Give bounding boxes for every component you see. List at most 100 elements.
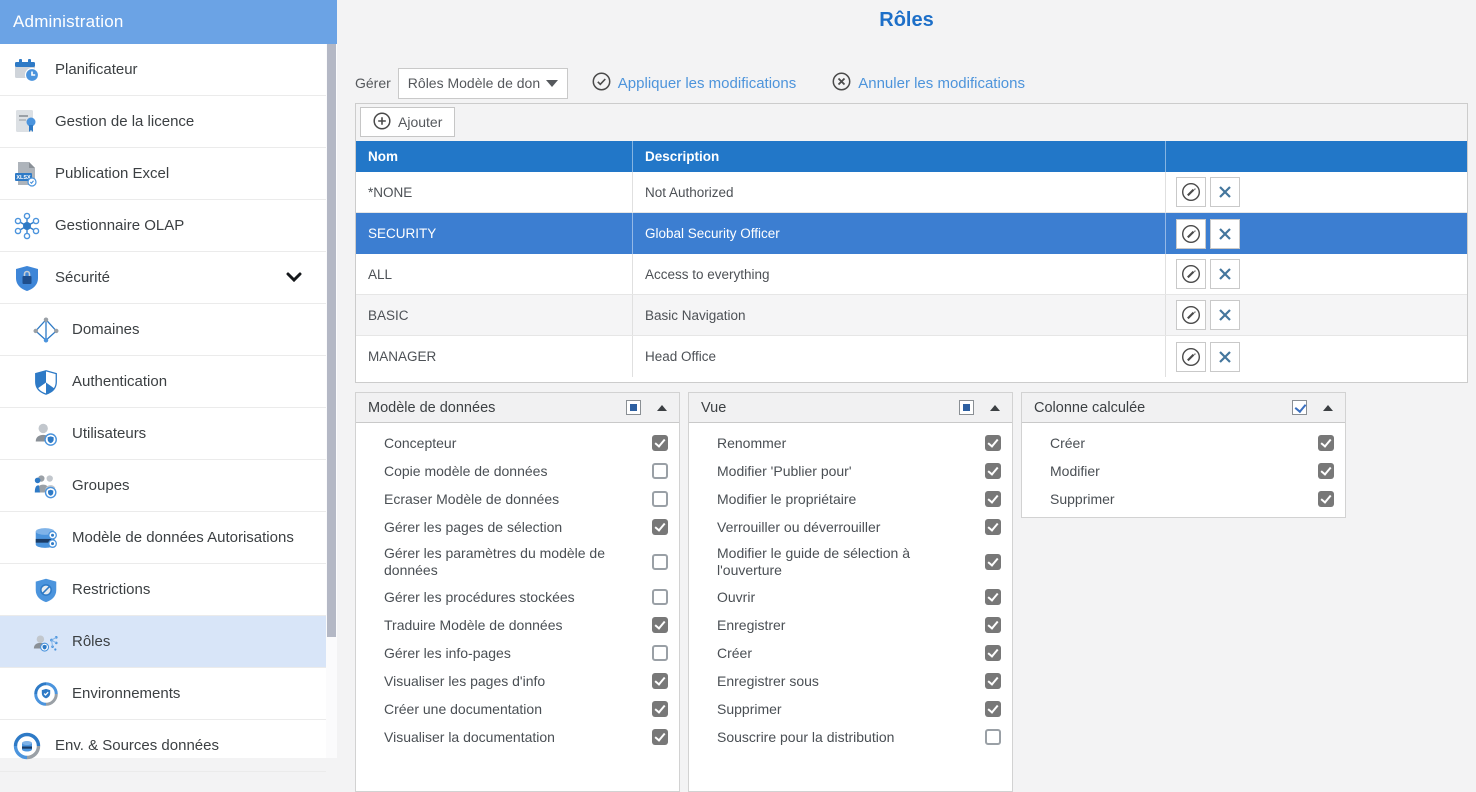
- permission-item: Ouvrir: [689, 583, 1012, 611]
- permission-checkbox[interactable]: [1318, 435, 1334, 451]
- sidebar-item-restrictions[interactable]: Restrictions: [0, 564, 326, 616]
- delete-role-button[interactable]: [1210, 341, 1240, 372]
- permission-checkbox[interactable]: [985, 463, 1001, 479]
- datamodel-permissions-icon: [31, 523, 61, 553]
- sidebar-item-utilisateurs[interactable]: Utilisateurs: [0, 408, 326, 460]
- edit-role-button[interactable]: [1176, 259, 1206, 289]
- permission-checkbox[interactable]: [985, 645, 1001, 661]
- panel-header[interactable]: Colonne calculée: [1022, 393, 1345, 423]
- sidebar-item-licence[interactable]: Gestion de la licence: [0, 96, 326, 148]
- sidebar-item-label: Restrictions: [72, 581, 151, 598]
- sidebar-item-label: Groupes: [72, 477, 130, 494]
- permission-item: Visualiser la documentation: [356, 723, 679, 751]
- permission-checkbox[interactable]: [985, 491, 1001, 507]
- table-row[interactable]: *NONE Not Authorized: [356, 172, 1467, 213]
- select-all-checkbox[interactable]: [959, 400, 974, 415]
- edit-role-button[interactable]: [1176, 177, 1206, 207]
- role-description-cell: Head Office: [632, 336, 1165, 377]
- sidebar: Administration Planificateur Gestion de …: [0, 0, 337, 772]
- table-row-selected[interactable]: SECURITY Global Security Officer: [356, 213, 1467, 254]
- permission-checkbox[interactable]: [652, 645, 668, 661]
- permission-checkbox[interactable]: [985, 435, 1001, 451]
- permission-checkbox[interactable]: [985, 673, 1001, 689]
- manage-dropdown[interactable]: Rôles Modèle de don...: [397, 67, 568, 99]
- edit-role-button[interactable]: [1176, 218, 1206, 249]
- sort-ascending-icon[interactable]: [657, 404, 667, 411]
- select-all-checkbox[interactable]: [1292, 400, 1307, 415]
- sidebar-scrollbar[interactable]: [326, 44, 337, 758]
- permission-checkbox[interactable]: [985, 589, 1001, 605]
- permission-checkbox[interactable]: [652, 463, 668, 479]
- permission-item: Modifier: [1022, 457, 1345, 485]
- cancel-changes-button[interactable]: Annuler les modifications: [832, 72, 1025, 95]
- panel-modele-de-donnees: Modèle de données Concepteur Copie modèl…: [355, 392, 680, 792]
- permission-item: Concepteur: [356, 429, 679, 457]
- permission-item: Modifier le guide de sélection à l'ouver…: [689, 541, 1012, 583]
- table-row[interactable]: ALL Access to everything: [356, 254, 1467, 295]
- delete-role-button[interactable]: [1210, 300, 1240, 330]
- table-toolbar: Ajouter: [356, 104, 1467, 141]
- sidebar-item-modele-donnees-autorisations[interactable]: Modèle de données Autorisations: [0, 512, 326, 564]
- manage-dropdown-value: Rôles Modèle de don...: [407, 75, 540, 91]
- permission-checkbox[interactable]: [652, 673, 668, 689]
- sidebar-item-publication-excel[interactable]: XLSX Publication Excel: [0, 148, 326, 200]
- sort-ascending-icon[interactable]: [1323, 404, 1333, 411]
- permission-item: Ecraser Modèle de données: [356, 485, 679, 513]
- sidebar-item-environnements[interactable]: Environnements: [0, 668, 326, 720]
- permission-checkbox[interactable]: [985, 519, 1001, 535]
- permission-checkbox[interactable]: [1318, 463, 1334, 479]
- permission-checkbox[interactable]: [652, 701, 668, 717]
- permission-checkbox[interactable]: [985, 701, 1001, 717]
- add-button-label: Ajouter: [398, 114, 443, 130]
- sidebar-scrollbar-thumb[interactable]: [327, 44, 336, 637]
- apply-changes-button[interactable]: Appliquer les modifications: [592, 72, 796, 95]
- users-icon: [31, 419, 61, 449]
- permission-checkbox[interactable]: [985, 617, 1001, 633]
- edit-role-button[interactable]: [1176, 300, 1206, 330]
- add-button[interactable]: Ajouter: [360, 107, 456, 137]
- role-description-cell: Access to everything: [632, 254, 1165, 294]
- permission-checkbox[interactable]: [652, 554, 668, 570]
- permission-checkbox[interactable]: [1318, 491, 1334, 507]
- panel-header[interactable]: Modèle de données: [356, 393, 679, 423]
- table-row[interactable]: BASIC Basic Navigation: [356, 295, 1467, 336]
- permission-item: Gérer les info-pages: [356, 639, 679, 667]
- permission-checkbox[interactable]: [652, 589, 668, 605]
- permission-item: Gérer les paramètres du modèle de donnée…: [356, 541, 679, 583]
- sidebar-item-planificateur[interactable]: Planificateur: [0, 44, 326, 96]
- permission-item: Verrouiller ou déverrouiller: [689, 513, 1012, 541]
- table-header-row: Nom Description: [356, 141, 1467, 172]
- permission-checkbox[interactable]: [652, 491, 668, 507]
- sort-ascending-icon[interactable]: [990, 404, 1000, 411]
- permission-checkbox[interactable]: [652, 729, 668, 745]
- sidebar-item-domaines[interactable]: Domaines: [0, 304, 326, 356]
- table-row[interactable]: MANAGER Head Office: [356, 336, 1467, 377]
- permission-checkbox[interactable]: [985, 554, 1001, 570]
- panel-header[interactable]: Vue: [689, 393, 1012, 423]
- main-content: Rôles Gérer Rôles Modèle de don... Appli…: [337, 0, 1476, 792]
- panel-title: Vue: [701, 399, 727, 416]
- permission-checkbox[interactable]: [985, 729, 1001, 745]
- sidebar-item-label: Authentication: [72, 373, 168, 390]
- column-header-name[interactable]: Nom: [356, 141, 632, 172]
- sidebar-item-securite[interactable]: Sécurité: [0, 252, 326, 304]
- sidebar-item-env-sources-donnees[interactable]: Env. & Sources données: [0, 720, 326, 772]
- edit-role-button[interactable]: [1176, 341, 1206, 372]
- sidebar-item-authentication[interactable]: Authentication: [0, 356, 326, 408]
- sidebar-item-label: Planificateur: [55, 61, 138, 78]
- permission-checkbox[interactable]: [652, 435, 668, 451]
- select-all-checkbox[interactable]: [626, 400, 641, 415]
- sidebar-item-label: Sécurité: [55, 269, 111, 286]
- sidebar-item-gestionnaire-olap[interactable]: Gestionnaire OLAP: [0, 200, 326, 252]
- permission-checkbox[interactable]: [652, 617, 668, 633]
- delete-role-button[interactable]: [1210, 259, 1240, 289]
- delete-role-button[interactable]: [1210, 218, 1240, 249]
- sidebar-item-groupes[interactable]: Groupes: [0, 460, 326, 512]
- chevron-down-icon[interactable]: [286, 269, 302, 287]
- sidebar-item-roles[interactable]: Rôles: [0, 616, 326, 668]
- panel-title: Colonne calculée: [1034, 399, 1146, 416]
- delete-role-button[interactable]: [1210, 177, 1240, 207]
- permission-checkbox[interactable]: [652, 519, 668, 535]
- column-header-description[interactable]: Description: [632, 141, 1165, 172]
- apply-changes-label: Appliquer les modifications: [617, 74, 797, 92]
